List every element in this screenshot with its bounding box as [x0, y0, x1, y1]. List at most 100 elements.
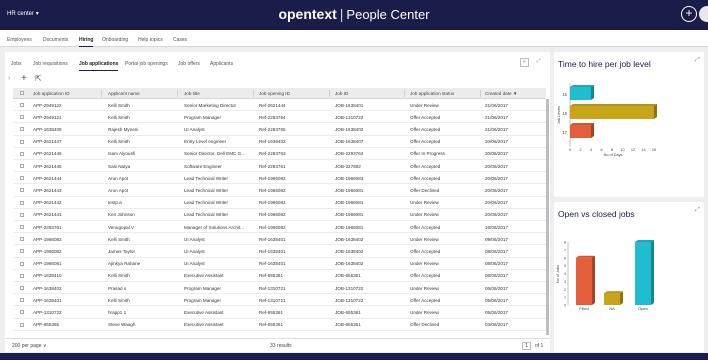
row-checkbox[interactable]	[20, 176, 24, 181]
cell-created-date: 21/06/2017	[485, 126, 508, 132]
row-checkbox[interactable]	[20, 103, 24, 107]
cell-job-title: Executive Assistant	[184, 322, 224, 328]
cell-applicant-name: Sasi Natya	[108, 163, 131, 169]
x-tick-label: 10	[620, 148, 624, 152]
page-number-input[interactable]: 1	[522, 342, 531, 350]
row-checkbox[interactable]	[20, 164, 24, 168]
table-row[interactable]: APP-1638402 Prasad s Program Manager Ref-13…	[13, 282, 546, 295]
tab-portal-job-openings[interactable]: Portal job openings	[125, 61, 168, 67]
tab-job-offers[interactable]: Job offers	[178, 61, 200, 67]
col-created-date[interactable]: Created date ▼	[485, 91, 517, 96]
tab-job-requisitions[interactable]: Job requisitions	[33, 61, 68, 67]
table-row[interactable]: APP-2949121 Kelli Smith Program Manager Ref…	[13, 111, 546, 124]
cell-job-title: Lead Technical Writer	[184, 175, 229, 181]
avatar[interactable]	[699, 6, 708, 22]
table-row[interactable]: APP-2621444 Arun Apot Lead Technical Write…	[13, 172, 546, 185]
expand-icon[interactable]: ⤢	[534, 58, 543, 67]
table-row[interactable]: APP-2621441 Ken Johnson Lead Technical Wri…	[13, 209, 546, 221]
row-checkbox[interactable]	[20, 322, 24, 327]
table-row[interactable]: APP-1966081 Ajinkya Rahane UI Analyst Ref-1…	[13, 258, 546, 270]
cell-job-title: UI Analyst	[184, 236, 205, 242]
settings-icon[interactable]: ≡	[520, 58, 529, 67]
bar-top	[570, 85, 594, 87]
col-job-id[interactable]: Job ID	[335, 91, 348, 96]
row-checkbox[interactable]	[20, 151, 24, 156]
table-row[interactable]: APP-1966083 Kelli Smith UI Analyst Ref-1638…	[13, 233, 546, 246]
cell-job-id: JOB-1638402	[335, 248, 364, 254]
y-tick-label: 4	[564, 272, 566, 276]
cell-job-id: JOB-2293764	[335, 151, 364, 157]
cell-job-opening-id: Ref-1966082	[259, 175, 286, 181]
x-tick-label: 14	[641, 148, 645, 152]
tab-jobs[interactable]: Jobs	[11, 61, 22, 67]
y-tick-label: 2	[564, 288, 566, 292]
row-checkbox[interactable]	[20, 298, 24, 303]
tab-applicants[interactable]: Applicants	[210, 61, 233, 67]
row-checkbox[interactable]	[20, 273, 24, 278]
col-job-application-id[interactable]: Job application ID	[33, 91, 70, 96]
cell-application-id: APP-2621447	[33, 139, 62, 145]
export-icon[interactable]: ⇱	[35, 74, 42, 84]
table-row[interactable]: APP-1310722 hrapp1 1 Executive Assistant Re…	[13, 306, 546, 319]
row-checkbox[interactable]	[20, 225, 24, 229]
page-size-select[interactable]: 200 per page ∨	[12, 343, 47, 349]
page-total: of 1	[535, 343, 544, 349]
cell-job-id: JOB-655361	[335, 322, 361, 328]
nav-onboarding[interactable]: Onboarding	[102, 37, 128, 43]
row-checkbox[interactable]	[20, 188, 24, 193]
tab-job-applications[interactable]: Job applications	[79, 61, 119, 71]
product-name: People Center	[346, 7, 430, 22]
col-job-title[interactable]: Job title	[184, 91, 200, 96]
cell-created-date: 21/06/2017	[485, 102, 508, 108]
cell-job-title: Program Manager	[184, 285, 222, 291]
row-checkbox[interactable]	[20, 127, 24, 132]
nav-employees[interactable]: Employees	[7, 37, 32, 43]
chevron-right-icon[interactable]: ›	[8, 74, 10, 84]
table-row[interactable]: APP-1638408 Rajesh Myneni UI Analyst Ref-22…	[13, 123, 546, 136]
row-checkbox[interactable]	[20, 286, 24, 290]
cell-created-date: 06/06/2017	[485, 285, 508, 291]
table-row[interactable]: APP-1638401 Kelli Smith Program Manager Ref…	[13, 294, 546, 307]
table-row[interactable]: APP-1966082 James Taylor UI Analyst Ref-163…	[13, 245, 546, 258]
col-job-application-status[interactable]: Job application status	[410, 91, 454, 96]
table-row[interactable]: APP-655365 Steve Waugh Executive Assistant…	[13, 319, 546, 331]
table-row[interactable]: APP-2293761 Venugopal V Manager of Solutio…	[13, 221, 546, 234]
nav-cases[interactable]: Cases	[173, 37, 187, 43]
table-row[interactable]: APP-2621442 testp.a Lead Technical Writer R…	[13, 197, 546, 209]
x-tick-label: 0	[569, 148, 571, 152]
cell-applicant-name: James Taylor	[108, 248, 135, 254]
y-tick-label: 17	[562, 130, 567, 135]
row-checkbox[interactable]	[20, 261, 24, 266]
row-checkbox[interactable]	[20, 139, 24, 144]
table-row[interactable]: APP-2621443 Arun Apot Lead Technical Write…	[13, 184, 546, 197]
cell-status: Under Review	[410, 236, 439, 242]
bar-side	[651, 240, 654, 305]
cell-job-opening-id: Ref-2293761	[259, 163, 286, 169]
table-row[interactable]: APP-1638410 Kelli Smith Executive Assistan…	[13, 270, 546, 282]
col-job-opening-id[interactable]: Job opening ID	[259, 91, 290, 96]
nav-help-topics[interactable]: Help topics	[138, 37, 163, 43]
row-checkbox[interactable]	[20, 237, 24, 242]
row-checkbox[interactable]	[20, 310, 24, 315]
table-row[interactable]: APP-2621447 Kelli Smith Entry Level engine…	[13, 136, 546, 148]
cell-created-date: 05/06/2017	[485, 309, 508, 315]
table-row[interactable]: APP-2621446 Isam Alyousfi Senior Director,…	[13, 148, 546, 160]
cell-job-id: JOB-1638401	[335, 102, 364, 108]
row-checkbox[interactable]	[20, 249, 24, 254]
table-row[interactable]: APP-2949122 Kelli Smith Senior Marketing D…	[13, 99, 546, 112]
nav-hiring[interactable]: Hiring	[79, 37, 94, 47]
cell-status: Under Review	[410, 200, 439, 206]
table-scrollbar[interactable]	[546, 99, 549, 335]
row-checkbox[interactable]	[20, 212, 24, 217]
col-applicant-name[interactable]: Applicant name	[108, 91, 140, 96]
select-all-checkbox[interactable]	[20, 91, 24, 95]
nav-documents[interactable]: Documents	[43, 37, 68, 43]
cell-applicant-name: Arun Apot	[108, 187, 129, 193]
row-checkbox[interactable]	[20, 115, 24, 120]
row-checkbox[interactable]	[20, 200, 24, 205]
table-row[interactable]: APP-2621445 Sasi Natya Software Engineer Re…	[13, 160, 546, 173]
add-icon[interactable]: +	[681, 6, 697, 22]
cell-application-id: APP-2949121	[33, 114, 62, 120]
add-application-button[interactable]: +	[21, 74, 27, 84]
cell-applicant-name: Kelli Smith	[108, 236, 130, 242]
